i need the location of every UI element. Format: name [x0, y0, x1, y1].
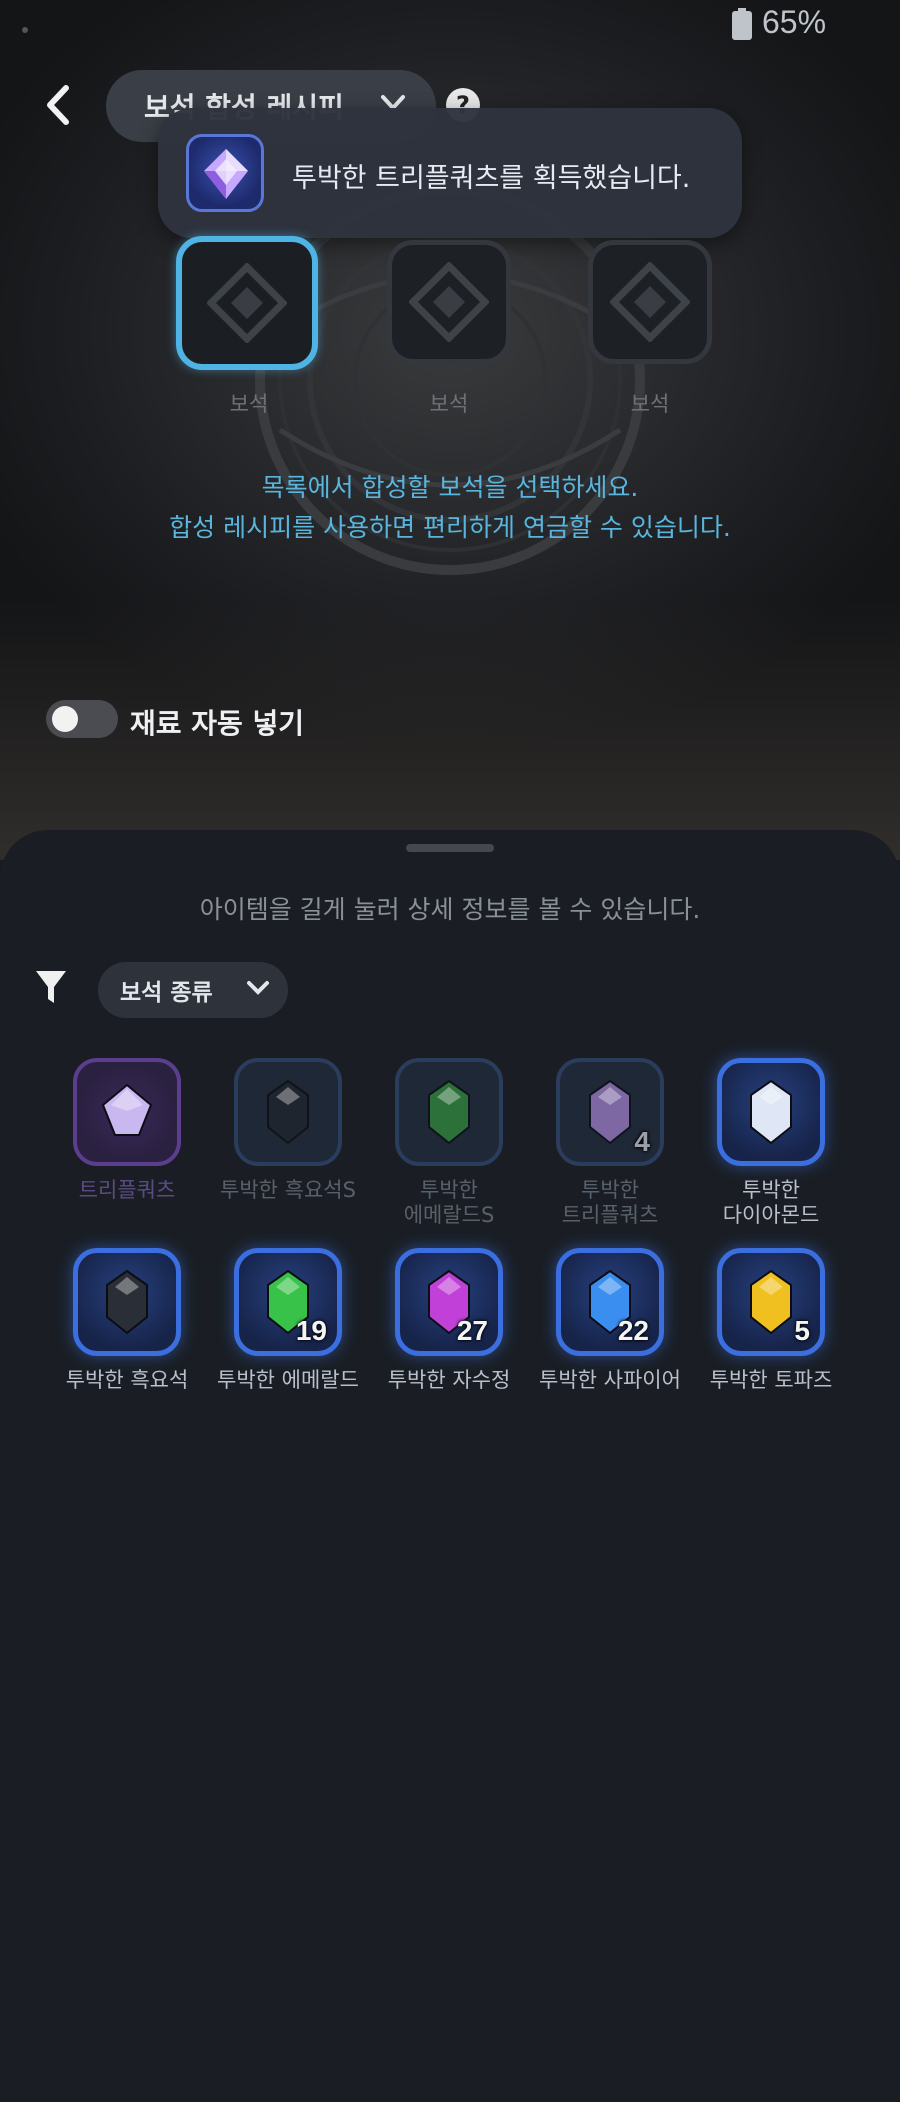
- gem-icon: [106, 1269, 148, 1335]
- back-button[interactable]: [38, 80, 78, 130]
- gem-count-badge: 4: [634, 1126, 650, 1157]
- gem-item-frame: [395, 1058, 503, 1166]
- gem-item-frame: [73, 1248, 181, 1356]
- gem-item[interactable]: 5 투박한 토파즈: [691, 1248, 851, 1393]
- gem-icon: [428, 1079, 470, 1145]
- gem-icon: [267, 1079, 309, 1145]
- chevron-down-icon: [247, 981, 269, 995]
- gem-item-label: 투박한 흑요석: [65, 1368, 189, 1392]
- gem-type-dropdown[interactable]: 보석 종류: [98, 962, 288, 1018]
- empty-slot-icon: [610, 262, 690, 342]
- gem-item-frame: 19: [234, 1248, 342, 1356]
- chevron-left-icon: [47, 85, 69, 125]
- gem-item-label: 투박한 다이아몬드: [722, 1178, 820, 1227]
- filter-icon[interactable]: [34, 968, 68, 1006]
- triple-quartz-gem-icon: [186, 134, 264, 212]
- gem-item-label: 트리플쿼츠: [78, 1178, 176, 1202]
- slot-label: 보석: [630, 392, 670, 416]
- gem-icon: [750, 1079, 792, 1145]
- empty-slot-icon: [409, 262, 489, 342]
- gem-icon: [589, 1079, 631, 1145]
- gem-count-badge: 5: [794, 1315, 810, 1346]
- gem-item[interactable]: 투박한 흑요석: [47, 1248, 207, 1393]
- notification-dot: [22, 27, 28, 33]
- gem-item-frame: [717, 1058, 825, 1166]
- gem-slot-3[interactable]: [588, 240, 712, 364]
- gem-type-dropdown-label: 보석 종류: [120, 980, 213, 1006]
- gem-item-frame: 22: [556, 1248, 664, 1356]
- empty-slot-icon: [207, 263, 287, 343]
- gem-icon: [101, 1083, 153, 1136]
- instruction-line-1: 목록에서 합성할 보석을 선택하세요.: [261, 473, 639, 502]
- gem-slot-2[interactable]: [387, 240, 511, 364]
- gem-slot-1[interactable]: [176, 236, 318, 370]
- gem-item[interactable]: 19 투박한 에메랄드: [208, 1248, 368, 1393]
- battery-icon: [732, 8, 752, 40]
- gem-count-badge: 27: [456, 1315, 488, 1346]
- toast-message: 투박한 트리플쿼츠를 획득했습니다.: [292, 163, 691, 194]
- gem-item-frame: 4: [556, 1058, 664, 1166]
- sheet-hint: 아이템을 길게 눌러 상세 정보를 볼 수 있습니다.: [199, 895, 701, 924]
- gem-count-badge: 19: [295, 1315, 327, 1346]
- instruction-line-2: 합성 레시피를 사용하면 편리하게 연금할 수 있습니다.: [169, 513, 731, 542]
- gem-item[interactable]: 22 투박한 사파이어: [530, 1248, 690, 1393]
- gem-item-frame: [234, 1058, 342, 1166]
- gem-item-label: 투박한 사파이어: [539, 1368, 681, 1392]
- status-bar: 65%: [0, 0, 900, 50]
- gem-count-badge: 22: [617, 1315, 649, 1346]
- slot-label: 보석: [229, 392, 269, 416]
- slot-label: 보석: [429, 392, 469, 416]
- gem-item[interactable]: 트리플쿼츠: [47, 1058, 207, 1203]
- gem-item[interactable]: 27 투박한 자수정: [369, 1248, 529, 1393]
- acquired-toast: 투박한 트리플쿼츠를 획득했습니다.: [158, 108, 742, 238]
- gem-item[interactable]: 투박한 에메랄드S: [369, 1058, 529, 1228]
- gem-icon: [750, 1269, 792, 1335]
- gem-item[interactable]: 4 투박한 트리플쿼츠: [530, 1058, 690, 1228]
- auto-insert-toggle[interactable]: [46, 700, 118, 738]
- gem-item-frame: [73, 1058, 181, 1166]
- battery-level: 65%: [762, 4, 827, 40]
- auto-insert-label: 재료 자동 넣기: [130, 707, 305, 740]
- gem-item-label: 투박한 토파즈: [709, 1368, 833, 1392]
- gem-item-label: 투박한 트리플쿼츠: [561, 1178, 659, 1227]
- gem-item[interactable]: 투박한 흑요석S: [208, 1058, 368, 1203]
- gem-item-frame: 27: [395, 1248, 503, 1356]
- gem-item-label: 투박한 흑요석S: [220, 1178, 356, 1202]
- gem-item-label: 투박한 에메랄드: [217, 1368, 359, 1392]
- sheet-drag-handle[interactable]: [406, 844, 494, 852]
- gem-item-label: 투박한 자수정: [387, 1368, 511, 1392]
- gem-item-frame: 5: [717, 1248, 825, 1356]
- gem-item-label: 투박한 에메랄드S: [403, 1178, 495, 1227]
- inventory-sheet: 아이템을 길게 눌러 상세 정보를 볼 수 있습니다. 보석 종류 트리플쿼츠투…: [0, 830, 900, 2102]
- gem-item[interactable]: 투박한 다이아몬드: [691, 1058, 851, 1228]
- toggle-knob: [52, 706, 78, 732]
